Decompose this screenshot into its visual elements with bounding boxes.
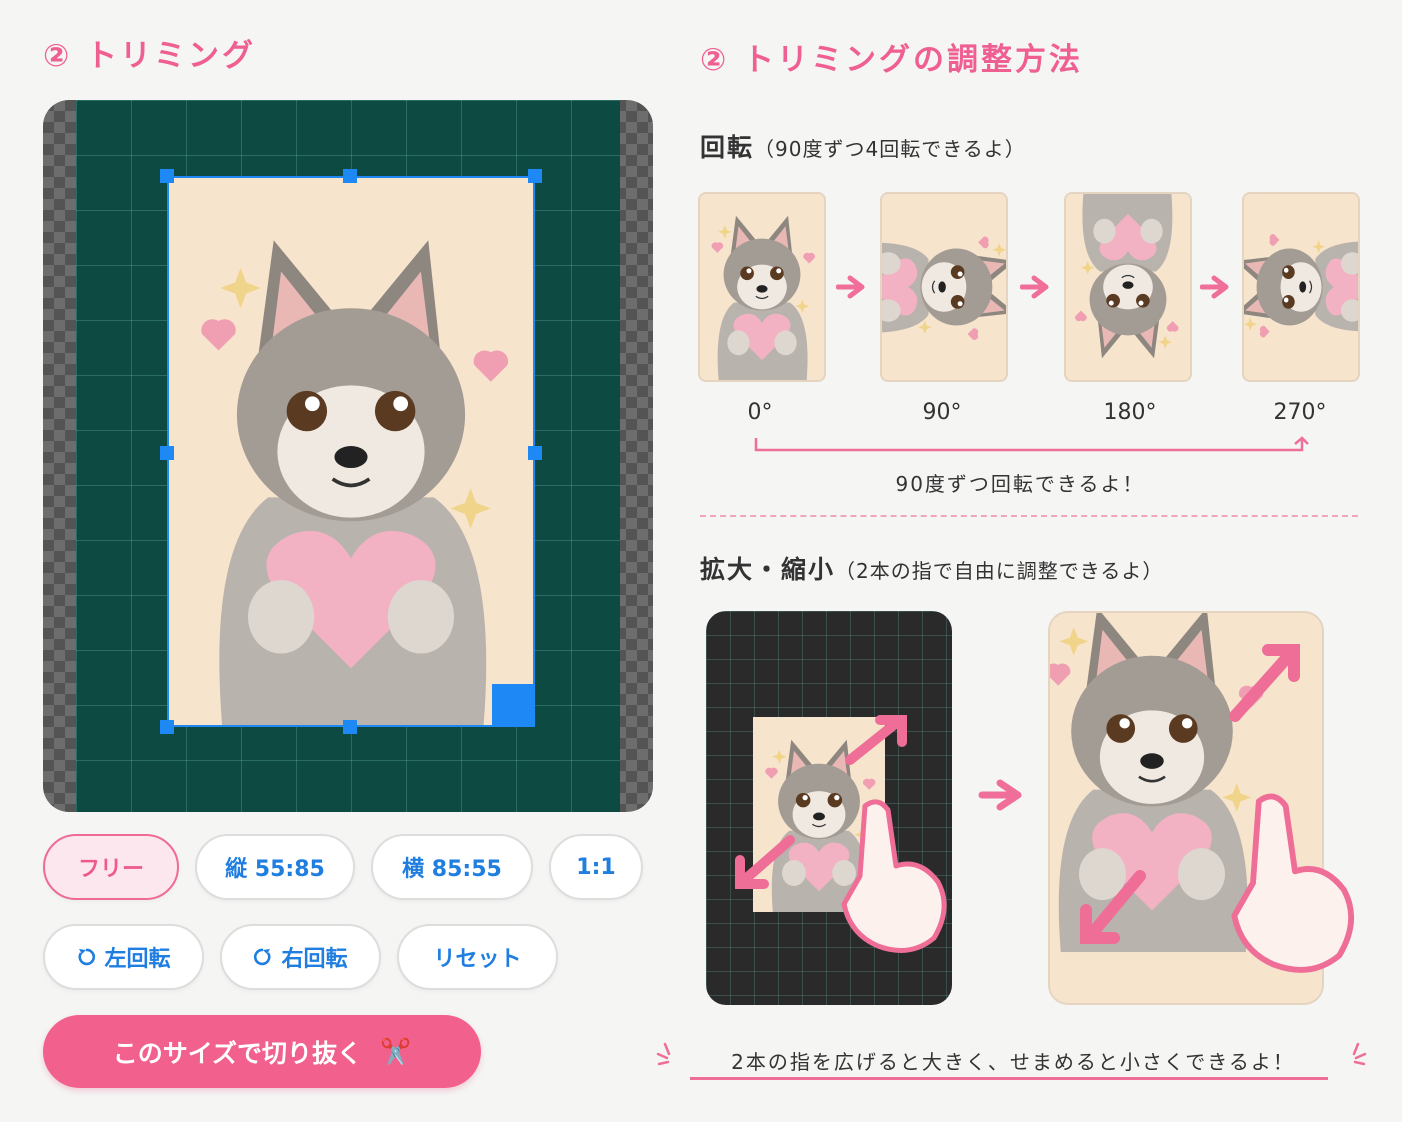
rotation-card-0 — [698, 192, 826, 382]
zoom-heading-text: 拡大・縮小 — [700, 555, 836, 584]
ratio-landscape-button[interactable]: 横 85:55 — [371, 834, 533, 900]
rotate-left-label: 左回転 — [104, 947, 171, 972]
rotate-right-icon — [254, 948, 271, 966]
arrow-right-icon — [978, 779, 1022, 811]
ratio-square-button[interactable]: 1:1 — [549, 834, 643, 900]
crop-handle-bottom-left[interactable] — [160, 720, 174, 734]
ratio-square-label: 1:1 — [576, 854, 616, 880]
rotation-heading-text: 回転 — [700, 133, 755, 162]
reset-button[interactable]: リセット — [397, 924, 558, 990]
rotation-label-180: 180° — [1103, 400, 1157, 425]
crop-confirm-button[interactable]: このサイズで切り抜く ✂️ — [43, 1015, 481, 1088]
crop-handle-left[interactable] — [160, 446, 174, 460]
arrow-right-icon — [1200, 275, 1229, 299]
crop-handle-top-right[interactable] — [528, 169, 542, 183]
zoom-caption: 2本の指を広げると大きく、せまめると小さくできるよ！ — [731, 1050, 1295, 1074]
rotate-right-button[interactable]: 右回転 — [220, 924, 381, 990]
crop-handle-top[interactable] — [343, 169, 357, 183]
rotation-label-90: 90° — [922, 400, 962, 425]
crop-handle-right[interactable] — [528, 446, 542, 460]
crop-handle-top-left[interactable] — [160, 169, 174, 183]
caption-underline — [690, 1077, 1328, 1080]
rotation-bracket-arrow — [754, 436, 1309, 452]
rotation-label-0: 0° — [747, 400, 773, 425]
rotation-heading: 回転（90度ずつ4回転できるよ） — [700, 128, 1026, 164]
reset-label: リセット — [433, 947, 522, 972]
zoom-heading: 拡大・縮小（2本の指で自由に調整できるよ） — [700, 550, 1163, 586]
crop-handle-bottom-right[interactable] — [492, 684, 535, 727]
hand-gesture-icon — [830, 786, 950, 966]
emphasis-marks-icon — [1352, 1042, 1367, 1066]
crop-selection-frame[interactable] — [167, 176, 535, 727]
ratio-portrait-label: 縦 55:85 — [225, 857, 325, 882]
ratio-free-button[interactable]: フリー — [43, 834, 179, 900]
section-divider — [700, 515, 1358, 517]
crop-confirm-label: このサイズで切り抜く — [112, 1038, 363, 1068]
ratio-portrait-button[interactable]: 縦 55:85 — [195, 834, 355, 900]
rotation-caption: 90度ずつ回転できるよ！ — [895, 472, 1145, 496]
rotation-card-90 — [880, 192, 1008, 382]
hand-gesture-icon — [1218, 778, 1358, 988]
emphasis-marks-icon — [656, 1042, 671, 1066]
rotation-card-270 — [1242, 192, 1360, 382]
rotation-label-270: 270° — [1273, 400, 1327, 425]
rotate-right-label: 右回転 — [281, 947, 348, 972]
zoom-heading-note: （2本の指で自由に調整できるよ） — [835, 559, 1164, 583]
right-section-title: ② トリミングの調整方法 — [700, 42, 1084, 78]
scissors-icon: ✂️ — [380, 1036, 412, 1066]
arrow-right-icon — [836, 275, 865, 299]
ratio-landscape-label: 横 85:55 — [402, 857, 502, 882]
rotate-left-icon — [78, 948, 96, 966]
ratio-free-label: フリー — [77, 857, 144, 882]
crop-handle-bottom[interactable] — [343, 720, 357, 734]
rotation-heading-note: （90度ずつ4回転できるよ） — [754, 137, 1026, 161]
rotate-left-button[interactable]: 左回転 — [43, 924, 204, 990]
rotation-card-180 — [1064, 192, 1192, 382]
arrow-right-icon — [1020, 275, 1049, 299]
left-section-title: ② トリミング — [43, 38, 257, 74]
